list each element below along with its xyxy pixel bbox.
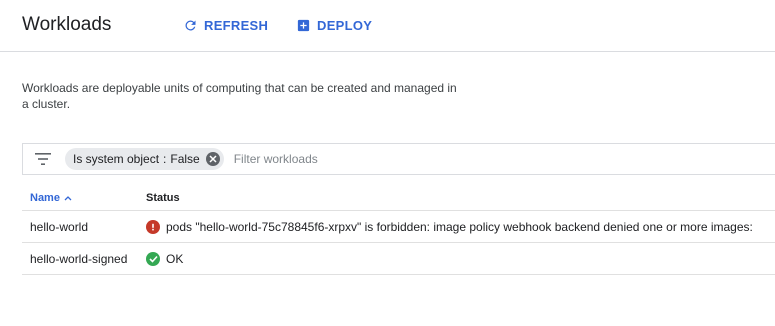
filter-input[interactable]	[233, 152, 534, 166]
name-column-header[interactable]: Name	[30, 192, 146, 204]
status-column-header: Status	[146, 192, 180, 204]
table-row: hello-world pods "hello-world-75c78845f6…	[22, 211, 775, 243]
error-icon	[146, 219, 160, 234]
chip-key: Is system object	[73, 152, 160, 166]
workload-name-link[interactable]: hello-world	[30, 220, 88, 234]
sort-ascending-icon	[64, 192, 72, 204]
chip-value: False	[170, 152, 200, 166]
refresh-button[interactable]: REFRESH	[183, 18, 268, 33]
filter-chip[interactable]: Is system object : False	[65, 148, 224, 170]
refresh-label: REFRESH	[204, 18, 269, 33]
deploy-button[interactable]: DEPLOY	[296, 18, 372, 33]
page-description: Workloads are deployable units of comput…	[22, 81, 457, 111]
chip-separator: :	[163, 152, 167, 166]
status-text: OK	[166, 251, 184, 266]
workload-name-link[interactable]: hello-world-signed	[30, 252, 127, 266]
refresh-icon	[183, 18, 198, 33]
filter-list-icon[interactable]	[23, 144, 63, 174]
close-icon[interactable]	[205, 152, 220, 166]
add-box-icon	[296, 18, 311, 33]
check-circle-icon	[146, 251, 160, 266]
filter-bar: Is system object : False	[22, 143, 775, 175]
page-title: Workloads	[22, 14, 112, 35]
workloads-table: Name Status hello-world pods "hello-worl…	[22, 186, 775, 275]
table-header-row: Name Status	[22, 186, 775, 211]
status-text: pods "hello-world-75c78845f6-xrpxv" is f…	[166, 219, 753, 234]
table-row: hello-world-signed OK	[22, 243, 775, 275]
page-header: Workloads REFRESH DEPLOY	[0, 0, 775, 52]
deploy-label: DEPLOY	[317, 18, 373, 33]
